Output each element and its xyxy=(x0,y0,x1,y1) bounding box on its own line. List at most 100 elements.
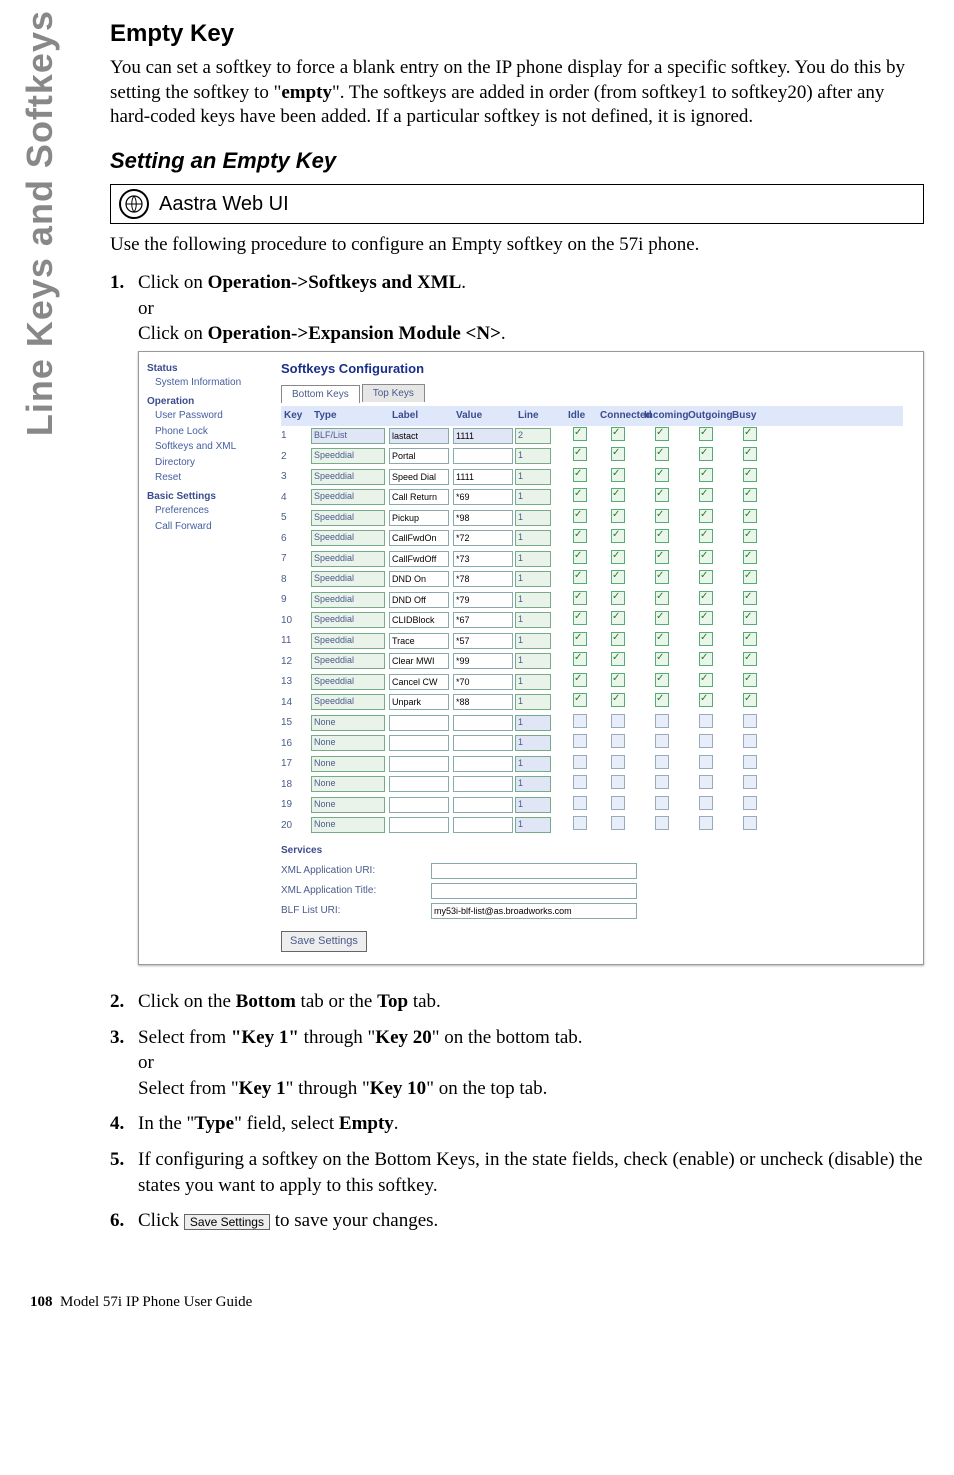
line-select[interactable]: 1 xyxy=(515,653,551,669)
state-checkbox[interactable] xyxy=(655,714,669,728)
state-checkbox[interactable] xyxy=(611,447,625,461)
line-select[interactable]: 1 xyxy=(515,694,551,710)
state-checkbox[interactable] xyxy=(573,693,587,707)
state-checkbox[interactable] xyxy=(611,714,625,728)
state-checkbox[interactable] xyxy=(573,652,587,666)
sc-xml-title-input[interactable] xyxy=(431,883,637,899)
type-select[interactable]: Speeddial xyxy=(311,469,385,485)
line-select[interactable]: 1 xyxy=(515,674,551,690)
state-checkbox[interactable] xyxy=(743,652,757,666)
value-input[interactable] xyxy=(453,551,513,567)
line-select[interactable]: 1 xyxy=(515,797,551,813)
state-checkbox[interactable] xyxy=(743,673,757,687)
state-checkbox[interactable] xyxy=(573,468,587,482)
label-input[interactable] xyxy=(389,674,449,690)
state-checkbox[interactable] xyxy=(611,652,625,666)
state-checkbox[interactable] xyxy=(573,796,587,810)
state-checkbox[interactable] xyxy=(611,570,625,584)
type-select[interactable]: Speeddial xyxy=(311,530,385,546)
type-select[interactable]: None xyxy=(311,715,385,731)
label-input[interactable] xyxy=(389,428,449,444)
type-select[interactable]: Speeddial xyxy=(311,571,385,587)
state-checkbox[interactable] xyxy=(655,632,669,646)
type-select[interactable]: Speeddial xyxy=(311,551,385,567)
label-input[interactable] xyxy=(389,489,449,505)
tab-top-keys[interactable]: Top Keys xyxy=(362,384,425,403)
state-checkbox[interactable] xyxy=(743,427,757,441)
state-checkbox[interactable] xyxy=(611,796,625,810)
state-checkbox[interactable] xyxy=(573,550,587,564)
state-checkbox[interactable] xyxy=(611,550,625,564)
line-select[interactable]: 1 xyxy=(515,612,551,628)
sc-blf-uri-input[interactable] xyxy=(431,903,637,919)
label-input[interactable] xyxy=(389,694,449,710)
state-checkbox[interactable] xyxy=(573,714,587,728)
label-input[interactable] xyxy=(389,735,449,751)
line-select[interactable]: 1 xyxy=(515,489,551,505)
nav-reset[interactable]: Reset xyxy=(147,470,267,486)
state-checkbox[interactable] xyxy=(655,775,669,789)
line-select[interactable]: 1 xyxy=(515,735,551,751)
type-select[interactable]: Speeddial xyxy=(311,633,385,649)
label-input[interactable] xyxy=(389,612,449,628)
state-checkbox[interactable] xyxy=(611,816,625,830)
state-checkbox[interactable] xyxy=(573,673,587,687)
state-checkbox[interactable] xyxy=(743,509,757,523)
state-checkbox[interactable] xyxy=(743,755,757,769)
state-checkbox[interactable] xyxy=(655,816,669,830)
state-checkbox[interactable] xyxy=(743,693,757,707)
line-select[interactable]: 1 xyxy=(515,715,551,731)
label-input[interactable] xyxy=(389,469,449,485)
type-select[interactable]: Speeddial xyxy=(311,694,385,710)
state-checkbox[interactable] xyxy=(699,755,713,769)
value-input[interactable] xyxy=(453,469,513,485)
label-input[interactable] xyxy=(389,817,449,833)
line-select[interactable]: 1 xyxy=(515,633,551,649)
nav-sysinfo[interactable]: System Information xyxy=(147,375,267,391)
state-checkbox[interactable] xyxy=(699,775,713,789)
state-checkbox[interactable] xyxy=(611,529,625,543)
value-input[interactable] xyxy=(453,448,513,464)
state-checkbox[interactable] xyxy=(611,673,625,687)
value-input[interactable] xyxy=(453,530,513,546)
state-checkbox[interactable] xyxy=(743,611,757,625)
state-checkbox[interactable] xyxy=(611,755,625,769)
state-checkbox[interactable] xyxy=(699,714,713,728)
state-checkbox[interactable] xyxy=(743,488,757,502)
state-checkbox[interactable] xyxy=(699,468,713,482)
state-checkbox[interactable] xyxy=(573,488,587,502)
label-input[interactable] xyxy=(389,551,449,567)
line-select[interactable]: 1 xyxy=(515,817,551,833)
type-select[interactable]: Speeddial xyxy=(311,612,385,628)
state-checkbox[interactable] xyxy=(655,427,669,441)
state-checkbox[interactable] xyxy=(573,632,587,646)
state-checkbox[interactable] xyxy=(655,529,669,543)
state-checkbox[interactable] xyxy=(699,673,713,687)
nav-phonelock[interactable]: Phone Lock xyxy=(147,424,267,440)
value-input[interactable] xyxy=(453,797,513,813)
state-checkbox[interactable] xyxy=(611,427,625,441)
line-select[interactable]: 1 xyxy=(515,756,551,772)
state-checkbox[interactable] xyxy=(655,447,669,461)
state-checkbox[interactable] xyxy=(699,816,713,830)
value-input[interactable] xyxy=(453,612,513,628)
value-input[interactable] xyxy=(453,633,513,649)
type-select[interactable]: None xyxy=(311,735,385,751)
state-checkbox[interactable] xyxy=(699,734,713,748)
state-checkbox[interactable] xyxy=(655,591,669,605)
state-checkbox[interactable] xyxy=(655,570,669,584)
line-select[interactable]: 1 xyxy=(515,776,551,792)
value-input[interactable] xyxy=(453,571,513,587)
state-checkbox[interactable] xyxy=(655,796,669,810)
type-select[interactable]: None xyxy=(311,756,385,772)
nav-userpass[interactable]: User Password xyxy=(147,408,267,424)
value-input[interactable] xyxy=(453,817,513,833)
state-checkbox[interactable] xyxy=(743,796,757,810)
state-checkbox[interactable] xyxy=(611,488,625,502)
label-input[interactable] xyxy=(389,797,449,813)
state-checkbox[interactable] xyxy=(573,509,587,523)
state-checkbox[interactable] xyxy=(573,570,587,584)
label-input[interactable] xyxy=(389,653,449,669)
state-checkbox[interactable] xyxy=(699,509,713,523)
value-input[interactable] xyxy=(453,674,513,690)
